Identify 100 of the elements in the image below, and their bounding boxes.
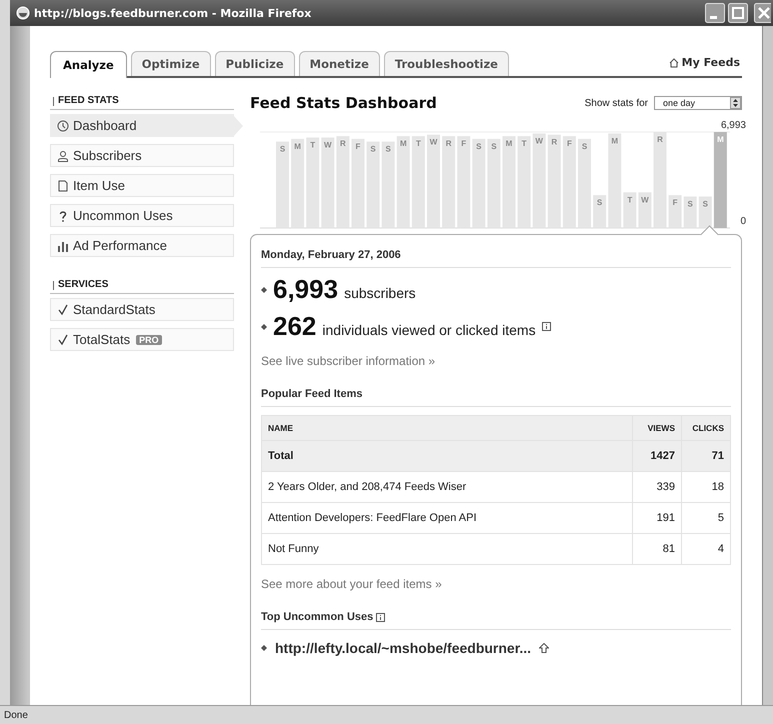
item-label: StandardStats — [73, 302, 156, 317]
column-header: VIEWS — [632, 416, 682, 440]
table-cell: 2 Years Older, and 208,474 Feeds Wiser — [262, 472, 632, 502]
table-cell: 5 — [682, 502, 730, 534]
bar-label: M — [717, 135, 724, 144]
live-info-link[interactable]: See live subscriber information » — [261, 354, 731, 368]
bar-label: S — [280, 144, 286, 154]
bar-label: S — [582, 142, 588, 151]
tab[interactable]: Optimize — [130, 51, 211, 76]
item-label: Item Use — [73, 178, 126, 193]
bar[interactable] — [593, 195, 606, 228]
my-feeds-link[interactable]: My Feeds — [682, 56, 740, 69]
sidebar-item[interactable]: StandardStats — [50, 298, 234, 321]
bar-label: F — [356, 142, 360, 151]
tab[interactable]: Monetize — [298, 51, 380, 76]
bar[interactable] — [684, 196, 697, 228]
section-heading: FEED STATS — [58, 95, 119, 106]
table-cell: 191 — [632, 502, 682, 534]
sidebar-item[interactable]: Uncommon Uses — [50, 204, 234, 227]
bar[interactable] — [502, 136, 516, 228]
stat-value: 6,993 — [273, 274, 338, 305]
page-title: Feed Stats Dashboard — [250, 94, 438, 112]
bar-label: M — [506, 139, 512, 148]
bar-label: T — [627, 195, 632, 204]
check-icon — [57, 334, 69, 346]
info-icon[interactable] — [542, 322, 551, 331]
bar[interactable] — [638, 192, 652, 228]
bar-chart-icon — [57, 240, 69, 252]
table-cell: 339 — [632, 472, 682, 502]
column-header: CLICKS — [682, 416, 730, 440]
table-cell: 1427 — [632, 440, 682, 472]
date-heading: Monday, February 27, 2006 — [261, 241, 731, 268]
bar-label: R — [340, 139, 346, 148]
bar[interactable] — [698, 196, 712, 228]
bar-label: S — [370, 144, 376, 154]
bar-label: S — [491, 142, 497, 151]
bar-label: W — [324, 140, 332, 150]
section-heading: Top Uncommon Uses — [261, 611, 374, 623]
info-icon[interactable] — [376, 612, 386, 622]
bullet-icon — [261, 645, 267, 651]
item-label: TotalStats — [73, 332, 130, 347]
bar-label: F — [461, 139, 466, 148]
minimize-button[interactable] — [705, 3, 725, 23]
bar-label: M — [400, 139, 407, 148]
table-cell: Total — [262, 440, 632, 472]
bar[interactable] — [396, 136, 410, 228]
bar-label: F — [672, 198, 678, 208]
tab[interactable]: Publicize — [214, 51, 295, 76]
house-icon — [668, 58, 679, 68]
bullet-icon — [261, 286, 267, 292]
section-heading: SERVICES — [58, 279, 108, 290]
check-icon — [57, 304, 69, 316]
bar-label: F — [566, 139, 572, 148]
bar-label: T — [522, 139, 527, 148]
bar-label: W — [641, 195, 649, 204]
table-cell: Not Funny — [262, 534, 632, 564]
stat-value: 262 — [273, 311, 316, 342]
bar[interactable] — [427, 134, 440, 228]
sidebar-item[interactable]: Subscribers — [50, 144, 234, 167]
page-icon — [57, 180, 69, 192]
close-button[interactable] — [751, 3, 771, 23]
feed-items-link[interactable]: See more about your feed items » — [261, 577, 731, 591]
item-label: Dashboard — [73, 118, 137, 133]
bar[interactable] — [714, 132, 727, 228]
bar-label: R — [551, 138, 558, 147]
axis-label: 6,993 — [720, 120, 746, 132]
axis-label: 0 — [740, 216, 746, 227]
sidebar-item[interactable]: Ad Performance — [50, 234, 234, 257]
dropdown-arrow-icon — [730, 97, 741, 109]
bar[interactable] — [321, 138, 334, 228]
url-link[interactable]: http://lefty.local/~mshobe/feedburner... — [275, 640, 532, 656]
bar-label: S — [702, 200, 708, 208]
bar[interactable] — [668, 195, 682, 228]
sidebar-item[interactable]: TotalStats PRO — [50, 328, 234, 351]
table-cell: Attention Developers: FeedFlare Open API — [262, 502, 632, 534]
up-arrow-icon — [539, 643, 550, 653]
pro-badge: PRO — [136, 334, 162, 344]
stat-label: subscribers — [344, 285, 416, 301]
period-dropdown[interactable]: one day — [654, 96, 742, 110]
tab[interactable]: Analyze — [50, 51, 127, 78]
sidebar-item[interactable]: Item Use — [50, 174, 234, 197]
item-label: Uncommon Uses — [73, 208, 173, 223]
tick-icon — [52, 280, 55, 290]
stat-label: individuals viewed or clicked items — [322, 322, 536, 338]
bar[interactable] — [623, 192, 636, 228]
bar[interactable] — [532, 133, 546, 228]
status-text: Done — [0, 705, 773, 724]
table-cell: 4 — [682, 534, 730, 564]
bar-label: S — [688, 200, 693, 208]
person-icon — [57, 150, 69, 162]
clock-icon — [57, 120, 69, 132]
bar-label: M — [294, 142, 301, 151]
field-label: Show stats for — [584, 98, 648, 108]
table-cell: 71 — [682, 440, 730, 472]
bar-label: M — [611, 136, 618, 146]
bar-label: R — [657, 135, 663, 144]
bar[interactable] — [291, 138, 304, 228]
section-heading: Popular Feed Items — [261, 388, 362, 400]
item-label: Subscribers — [73, 148, 142, 163]
tab[interactable]: Troubleshootize — [384, 51, 509, 76]
